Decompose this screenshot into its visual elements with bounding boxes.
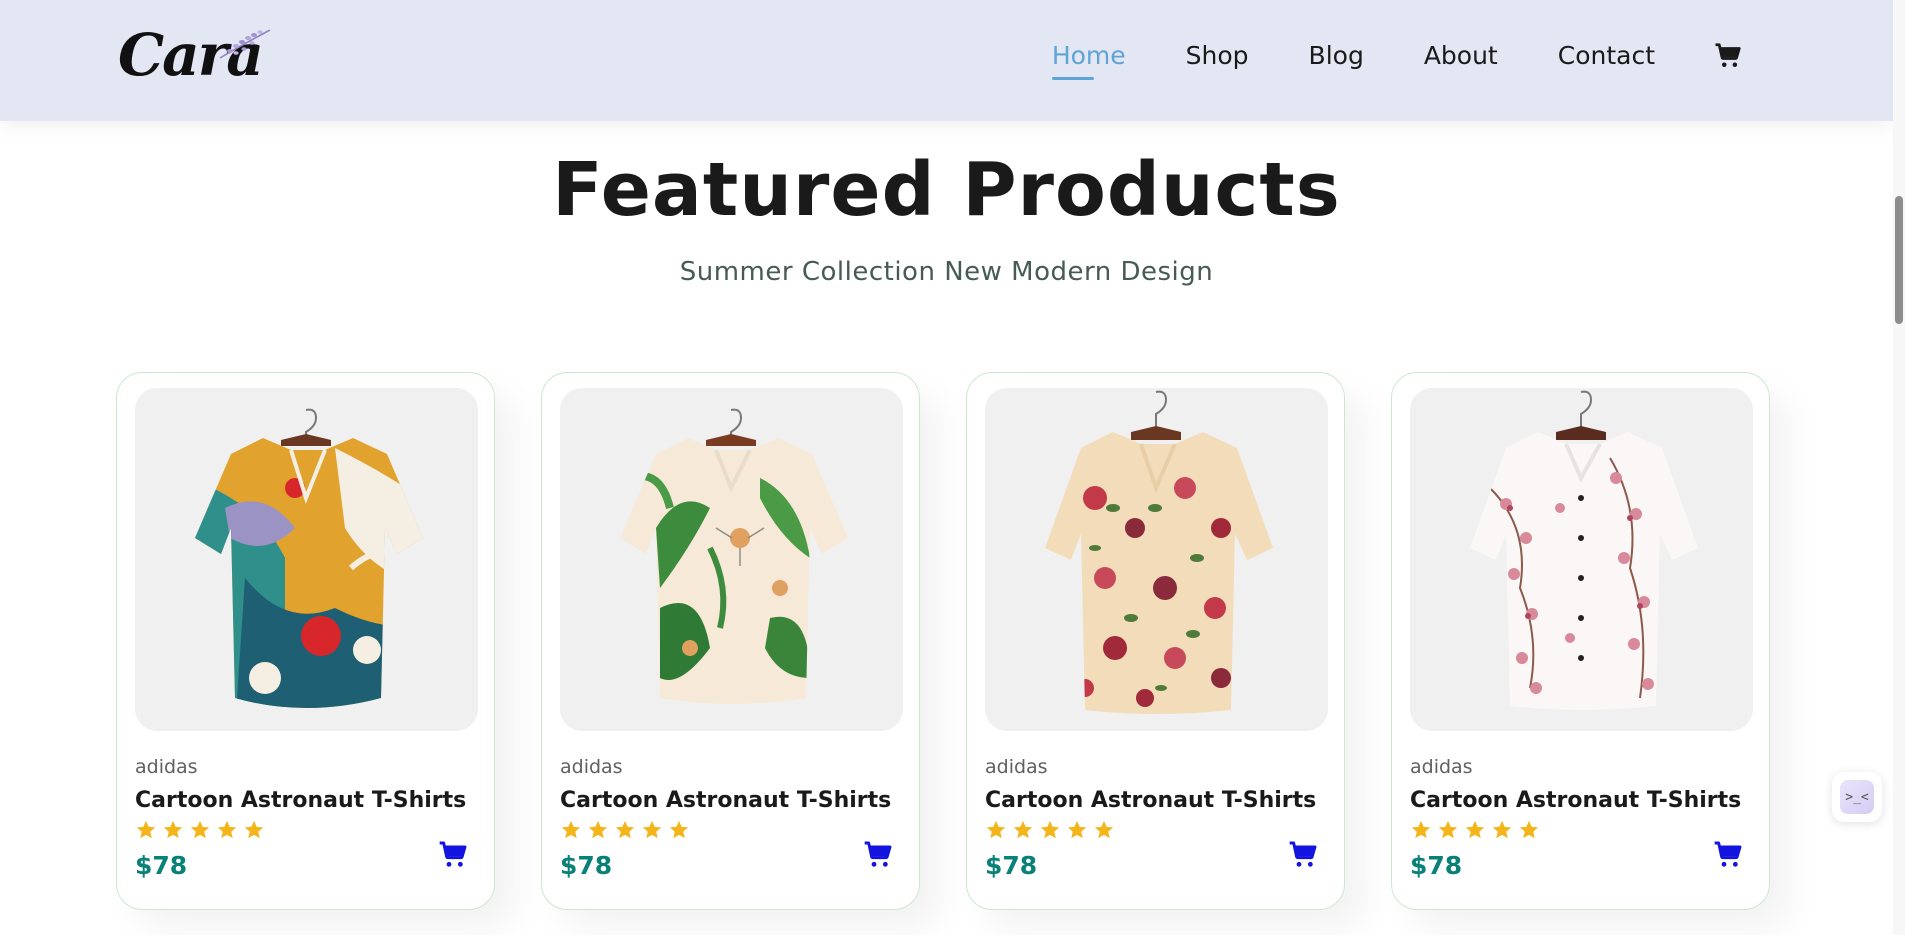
star-icon <box>1013 820 1033 839</box>
star-icon <box>136 820 156 839</box>
page-scrollbar[interactable] <box>1893 0 1905 935</box>
star-icon <box>1438 820 1458 839</box>
add-to-cart-icon[interactable] <box>862 839 894 871</box>
product-name[interactable]: Cartoon Astronaut T-Shirts <box>135 787 466 815</box>
product-image[interactable] <box>985 388 1328 731</box>
nav-blog[interactable]: Blog <box>1309 36 1364 76</box>
product-card[interactable]: adidas Cartoon Astronaut T-Shirts $78 <box>1391 372 1770 910</box>
product-grid: adidas Cartoon Astronaut T-Shirts $78 ad… <box>116 372 1772 912</box>
add-to-cart-icon[interactable] <box>1287 839 1319 871</box>
star-icon <box>244 820 264 839</box>
star-icon <box>615 820 635 839</box>
product-card[interactable]: adidas Cartoon Astronaut T-Shirts $78 <box>966 372 1345 910</box>
star-rating <box>985 819 1120 841</box>
product-price: $78 <box>1410 851 1463 880</box>
star-icon <box>1040 820 1060 839</box>
star-icon <box>1492 820 1512 839</box>
nav-contact[interactable]: Contact <box>1558 36 1655 76</box>
section-title: Featured Products <box>552 147 1341 233</box>
lily-print-shirt-image <box>620 408 848 704</box>
logo[interactable]: Cara <box>118 22 271 88</box>
rose-print-shirt-image <box>1045 390 1273 714</box>
product-name[interactable]: Cartoon Astronaut T-Shirts <box>1410 787 1741 815</box>
product-brand: adidas <box>135 756 198 778</box>
star-icon <box>561 820 581 839</box>
add-to-cart-icon[interactable] <box>437 839 469 871</box>
product-brand: adidas <box>1410 756 1473 778</box>
star-icon <box>1411 820 1431 839</box>
star-icon <box>217 820 237 839</box>
product-image[interactable] <box>1410 388 1753 731</box>
star-icon <box>986 820 1006 839</box>
section-subtitle: Summer Collection New Modern Design <box>679 257 1214 287</box>
product-name[interactable]: Cartoon Astronaut T-Shirts <box>985 787 1316 815</box>
product-brand: adidas <box>985 756 1048 778</box>
star-icon <box>1067 820 1087 839</box>
lavender-sprig-icon <box>219 29 271 59</box>
nav-shop[interactable]: Shop <box>1186 36 1249 76</box>
main-nav: Home Shop Blog About Contact <box>992 36 1743 80</box>
nav-about[interactable]: About <box>1424 36 1498 76</box>
product-image[interactable] <box>560 388 903 731</box>
star-icon <box>642 820 662 839</box>
star-rating <box>560 819 695 841</box>
assistant-widget-button[interactable]: >_< <box>1832 772 1882 822</box>
star-icon <box>1519 820 1539 839</box>
star-icon <box>1465 820 1485 839</box>
product-card[interactable]: adidas Cartoon Astronaut T-Shirts $78 <box>541 372 920 910</box>
star-icon <box>588 820 608 839</box>
product-image[interactable] <box>135 388 478 731</box>
product-price: $78 <box>560 851 613 880</box>
star-icon <box>163 820 183 839</box>
product-price: $78 <box>985 851 1038 880</box>
assistant-widget-icon: >_< <box>1840 780 1874 814</box>
cart-icon[interactable] <box>1713 41 1743 71</box>
product-price: $78 <box>135 851 188 880</box>
product-name[interactable]: Cartoon Astronaut T-Shirts <box>560 787 891 815</box>
product-brand: adidas <box>560 756 623 778</box>
star-rating <box>135 819 270 841</box>
abstract-print-shirt-image <box>195 408 423 708</box>
blossom-print-shirt-image <box>1470 390 1698 710</box>
add-to-cart-icon[interactable] <box>1712 839 1744 871</box>
scrollbar-thumb[interactable] <box>1895 196 1903 324</box>
star-icon <box>669 820 689 839</box>
star-rating <box>1410 819 1545 841</box>
site-header: Cara Home Shop Blog About Contact <box>0 0 1893 121</box>
nav-home[interactable]: Home <box>1051 36 1126 80</box>
product-card[interactable]: adidas Cartoon Astronaut T-Shirts $78 <box>116 372 495 910</box>
star-icon <box>190 820 210 839</box>
star-icon <box>1094 820 1114 839</box>
